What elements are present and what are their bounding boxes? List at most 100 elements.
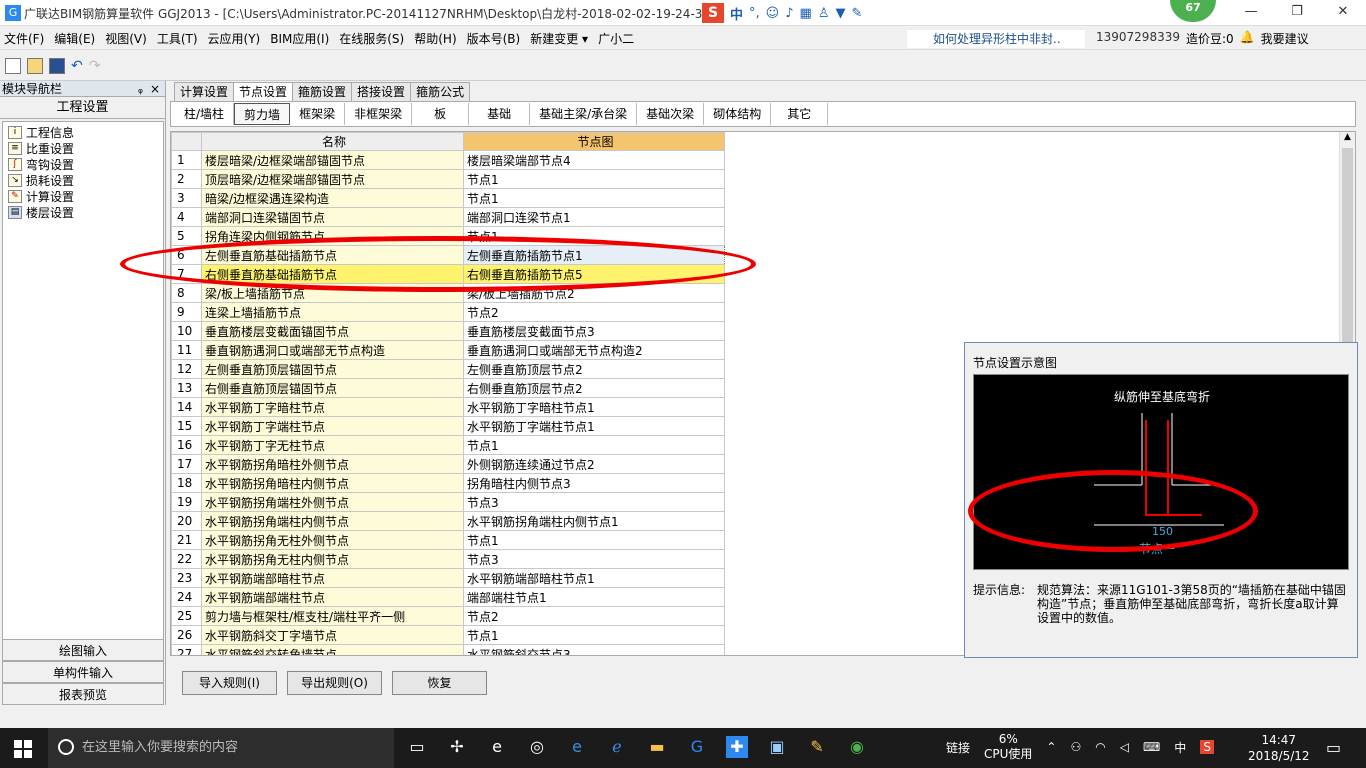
smile-icon[interactable]: ☺ [766,6,780,21]
undo-icon[interactable]: ↶ [71,58,83,74]
table-row[interactable]: 23 水平钢筋端部暗柱节点 水平钢筋端部暗柱节点1 [171,568,725,588]
close-icon[interactable]: × [150,81,160,97]
table-row[interactable]: 13 右侧垂直筋顶层锚固节点 右侧垂直筋顶层节点2 [171,378,725,398]
row-node[interactable]: 节点1 [463,188,725,208]
table-row[interactable]: 19 水平钢筋拐角端柱外侧节点 节点3 [171,492,725,512]
volume-icon[interactable]: ◁ [1120,740,1129,754]
tab-frame-beam[interactable]: 框架梁 [290,103,346,125]
table-row[interactable]: 2 顶层暗梁/边框梁端部锚固节点 节点1 [171,169,725,189]
table-row[interactable]: 16 水平钢筋丁字无柱节点 节点1 [171,435,725,455]
menu-cloud[interactable]: 云应用(Y) [208,30,261,47]
menu-tools[interactable]: 工具(T) [157,30,198,47]
wrench-icon[interactable]: ✎ [851,6,862,21]
sogou-logo-icon[interactable]: S [702,3,724,23]
menu-bim[interactable]: BIM应用(I) [270,30,329,47]
wifi-icon[interactable]: ◠ [1095,740,1105,754]
table-row[interactable]: 4 端部洞口连梁锚固节点 端部洞口连梁节点1 [171,207,725,227]
ime-toolbar[interactable]: S 中 °, ☺ ♪ ▦ ♙ ▼ ✎ [702,3,862,23]
row-node[interactable]: 水平钢筋丁字端柱节点1 [463,416,725,436]
tab-node-settings[interactable]: 节点设置 [233,82,294,102]
notification-icon[interactable]: ▭ [1326,738,1341,757]
fan-app-icon[interactable]: ✢ [446,736,468,758]
minimize-button[interactable]: — [1228,0,1274,24]
edge-icon[interactable]: e [566,736,588,758]
table-row[interactable]: 22 水平钢筋拐角无柱内侧节点 节点3 [171,549,725,569]
ggj-app-icon[interactable]: ✚ [726,736,748,758]
tab-column[interactable]: 柱/墙柱 [175,103,235,125]
lang-indicator[interactable]: 中 [1174,739,1186,756]
row-node[interactable]: 节点3 [463,492,725,512]
tray-link[interactable]: 链接 [946,739,970,756]
table-row[interactable]: 24 水平钢筋端部端柱节点 端部端柱节点1 [171,587,725,607]
row-node[interactable]: 水平钢筋拐角端柱内侧节点1 [463,511,725,531]
tab-lap-settings[interactable]: 搭接设置 [351,82,412,101]
row-node[interactable]: 垂直筋楼层变截面节点3 [463,321,725,341]
row-node[interactable]: 端部端柱节点1 [463,587,725,607]
user-icon[interactable]: ♙ [818,6,830,21]
ad-link[interactable]: 如何处理异形柱中非封.. [906,29,1086,49]
row-node[interactable]: 垂直筋遇洞口或端部无节点构造2 [463,340,725,360]
table-row[interactable]: 17 水平钢筋拐角暗柱外侧节点 外侧钢筋连续通过节点2 [171,454,725,474]
beans-count[interactable]: 造价豆:0 [1186,30,1234,47]
table-row[interactable]: 12 左侧垂直筋顶层锚固节点 左侧垂直筋顶层节点2 [171,359,725,379]
table-row[interactable]: 1 楼层暗梁/边框梁端部锚固节点 楼层暗梁端部节点4 [171,150,725,170]
table-row[interactable]: 9 连梁上墙插筋节点 节点2 [171,302,725,322]
menu-new-change[interactable]: 新建变更 ▾ [530,30,588,47]
score-badge[interactable]: 67 [1170,0,1216,22]
ime-mode[interactable]: 中 [730,4,743,23]
windows-start-icon[interactable] [14,740,32,758]
sogou-tray-icon[interactable]: S [1200,740,1214,754]
bell-icon[interactable]: 🔔 [1240,30,1255,47]
tab-calc-settings[interactable]: 计算设置 [174,82,235,101]
tree-item-density[interactable]: ≡ 比重设置 [3,140,163,156]
row-node[interactable]: 外侧钢筋连续通过节点2 [463,454,725,474]
row-node[interactable]: 端部洞口连梁节点1 [463,207,725,227]
row-node[interactable]: 节点1 [463,530,725,550]
green-app-icon[interactable]: ◉ [846,736,868,758]
row-node[interactable]: 楼层暗梁端部节点4 [463,150,725,170]
tab-foundation-main-beam[interactable]: 基础主梁/承台梁 [530,103,638,125]
table-row[interactable]: 26 水平钢筋斜交丁字墙节点 节点1 [171,625,725,645]
row-node[interactable]: 水平钢筋丁字暗柱节点1 [463,397,725,417]
people-icon[interactable]: ⚇ [1070,740,1081,754]
row-node[interactable]: 节点2 [463,606,725,626]
menu-guangxiaoer[interactable]: 广小二 [598,30,634,47]
nav-drawing-input[interactable]: 绘图输入 [2,639,164,661]
row-node[interactable]: 水平钢筋斜交节点3 [463,644,725,655]
row-node[interactable]: 节点3 [463,549,725,569]
cpu-meter[interactable]: 6% CPU使用 [984,732,1032,762]
tree-item-hook[interactable]: ʃ 弯钩设置 [3,156,163,172]
menu-version[interactable]: 版本号(B) [467,30,521,47]
nav-report-preview[interactable]: 报表预览 [2,683,164,705]
tab-shear-wall[interactable]: 剪力墙 [234,103,291,125]
table-row[interactable]: 20 水平钢筋拐角端柱内侧节点 水平钢筋拐角端柱内侧节点1 [171,511,725,531]
menu-file[interactable]: 文件(F) [4,30,44,47]
table-row[interactable]: 15 水平钢筋丁字端柱节点 水平钢筋丁字端柱节点1 [171,416,725,436]
ie-icon[interactable]: e [486,736,508,758]
redo-icon[interactable]: ↷ [89,58,101,74]
row-node[interactable]: 节点1 [463,169,725,189]
tree-item-floor[interactable]: ▤ 楼层设置 [3,204,163,220]
row-node[interactable]: 节点1 [463,435,725,455]
tab-stirrup-settings[interactable]: 箍筋设置 [292,82,353,101]
keyboard-icon[interactable]: ▦ [800,6,812,21]
pin-icon[interactable]: ᵩ [138,81,143,97]
taskbar-search[interactable]: 在这里输入你要搜索的内容 [48,728,394,768]
new-file-icon[interactable] [5,57,21,74]
tree-item-calc[interactable]: ✎ 计算设置 [3,188,163,204]
table-row[interactable]: 25 剪力墙与框架柱/框支柱/端柱平齐一侧 节点2 [171,606,725,626]
row-node[interactable]: 拐角暗柱内侧节点3 [463,473,725,493]
maximize-button[interactable]: ❐ [1274,0,1320,24]
ie-blue-icon[interactable]: ℯ [606,736,628,758]
row-node[interactable]: 节点2 [463,302,725,322]
close-button[interactable]: ✕ [1320,0,1366,24]
restore-button[interactable]: 恢复 [392,671,487,695]
chevron-up-icon[interactable]: ⌃ [1046,740,1056,754]
keyboard-tray-icon[interactable]: ⌨ [1143,740,1160,754]
user-phone[interactable]: 13907298339 [1096,30,1180,47]
tab-other[interactable]: 其它 [771,103,829,125]
table-row[interactable]: 3 暗梁/边框梁遇连梁构造 节点1 [171,188,725,208]
tab-stirrup-formula[interactable]: 箍筋公式 [410,82,471,101]
menu-edit[interactable]: 编辑(E) [54,30,95,47]
mic-icon[interactable]: ♪ [785,6,793,21]
